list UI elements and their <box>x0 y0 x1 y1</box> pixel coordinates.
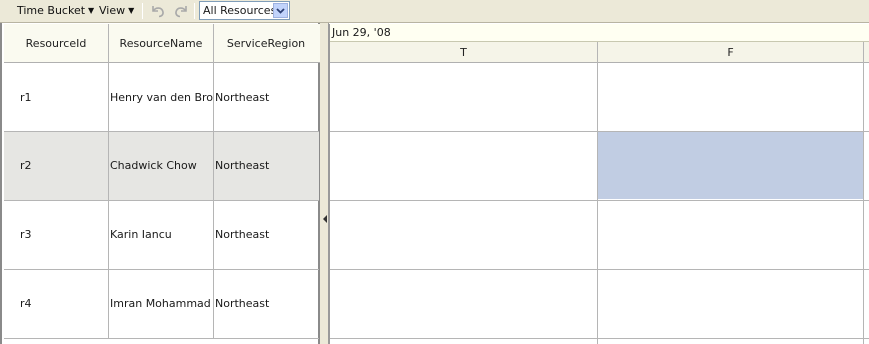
cell-service-region[interactable]: Northeast <box>215 270 318 338</box>
column-header-resource-id[interactable]: ResourceId <box>4 24 108 63</box>
schedule-cell[interactable] <box>330 64 597 131</box>
time-bucket-label: Time Bucket <box>17 4 86 17</box>
grid-row-divider <box>330 269 869 270</box>
column-header-resource-name[interactable]: ResourceName <box>109 24 213 63</box>
cell-resource-id[interactable]: r2 <box>20 132 106 200</box>
pane-splitter[interactable] <box>320 23 329 344</box>
row-divider <box>4 200 319 201</box>
time-bucket-menu[interactable]: Time Bucket ▼ <box>17 0 94 22</box>
row-divider <box>4 269 319 270</box>
schedule-cell[interactable] <box>330 201 597 268</box>
chevron-down-icon: ▼ <box>128 6 135 15</box>
undo-icon[interactable] <box>149 3 167 19</box>
grid-row-divider <box>330 131 869 132</box>
column-divider <box>108 24 109 339</box>
grid-border <box>329 24 330 344</box>
dropdown-button[interactable] <box>273 3 288 18</box>
day-header-t[interactable]: T <box>330 42 597 63</box>
day-header-f[interactable]: F <box>598 42 863 63</box>
cell-resource-name[interactable]: Imran Mohammad <box>110 270 213 338</box>
resource-filter-value: All Resources <box>203 4 277 17</box>
cell-resource-id[interactable]: r3 <box>20 201 106 269</box>
toolbar-separator <box>194 3 195 19</box>
row-divider <box>4 338 319 339</box>
grid-row-divider <box>330 200 869 201</box>
grid-column-divider <box>863 42 864 344</box>
schedule-cell[interactable] <box>330 270 597 337</box>
schedule-cell[interactable] <box>598 201 863 268</box>
column-header-service-region[interactable]: ServiceRegion <box>214 24 318 63</box>
grid-column-divider <box>597 42 598 344</box>
cell-service-region[interactable]: Northeast <box>215 132 318 200</box>
column-divider <box>213 24 214 339</box>
toolbar-separator <box>142 3 143 19</box>
chevron-down-icon: ▼ <box>88 6 95 15</box>
cell-resource-name[interactable]: Chadwick Chow <box>110 132 213 200</box>
cell-resource-name[interactable]: Karin Iancu <box>110 201 213 269</box>
redo-icon[interactable] <box>172 3 190 19</box>
cell-resource-id[interactable]: r1 <box>20 64 106 132</box>
view-menu[interactable]: View ▼ <box>99 0 134 22</box>
schedule-cell-selected[interactable] <box>598 132 863 199</box>
chevron-down-icon <box>276 8 285 14</box>
view-label: View <box>99 4 126 17</box>
schedule-cell[interactable] <box>330 132 597 199</box>
grid-row-divider <box>330 338 869 339</box>
cell-service-region[interactable]: Northeast <box>215 201 318 269</box>
collapse-left-icon[interactable] <box>322 211 328 227</box>
row-divider <box>4 131 319 132</box>
date-header: Jun 29, '08 <box>330 24 869 42</box>
cell-resource-id[interactable]: r4 <box>20 270 106 338</box>
schedule-cell[interactable] <box>598 270 863 337</box>
cell-resource-name[interactable]: Henry van den Broek <box>110 64 213 132</box>
schedule-cell[interactable] <box>598 64 863 131</box>
cell-service-region[interactable]: Northeast <box>215 64 318 132</box>
resource-filter-select[interactable]: All Resources <box>199 1 290 20</box>
